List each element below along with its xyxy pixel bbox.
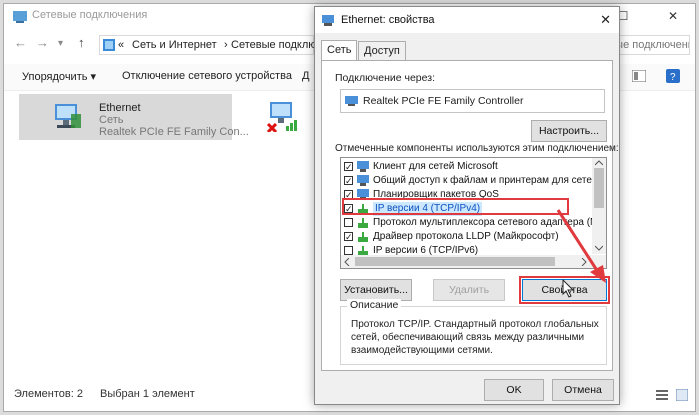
annotation-arrow — [556, 209, 606, 283]
mouse-cursor-icon — [562, 279, 575, 298]
